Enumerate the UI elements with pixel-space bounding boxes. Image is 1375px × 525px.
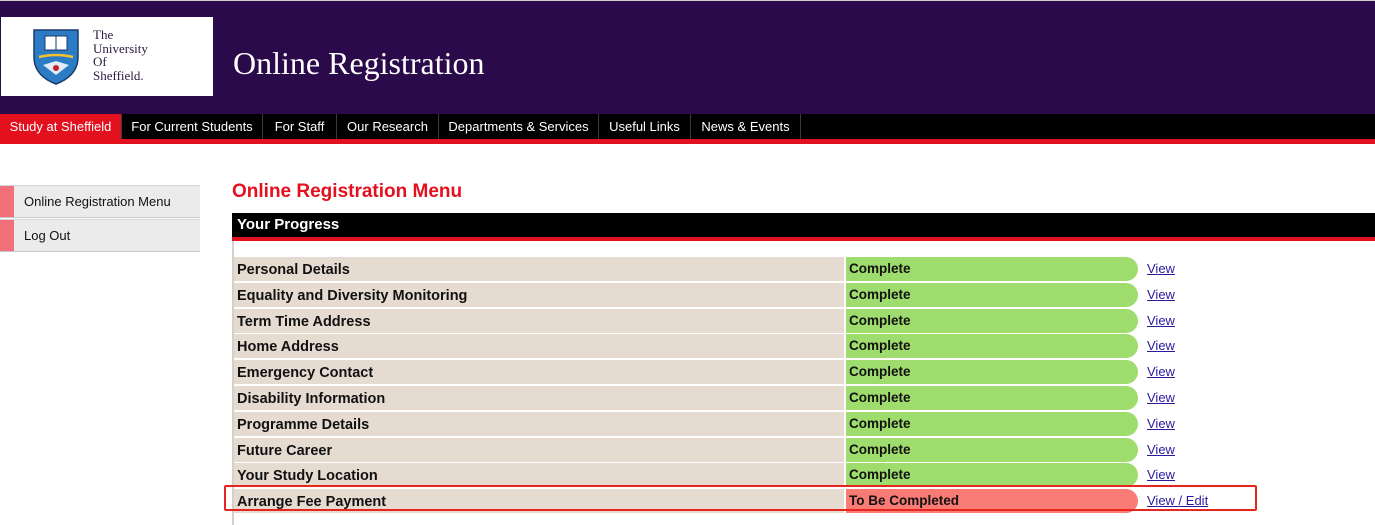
view-link[interactable]: View xyxy=(1147,463,1175,487)
status-badge: Complete xyxy=(846,360,1138,385)
nav-underline xyxy=(0,139,1375,144)
table-row: Equality and Diversity Monitoring Comple… xyxy=(234,282,1375,308)
view-link[interactable]: View xyxy=(1147,360,1175,384)
table-row: Emergency Contact Complete View xyxy=(234,359,1375,385)
main-nav: Study at Sheffield For Current Students … xyxy=(0,114,1375,139)
status-badge: Complete xyxy=(846,463,1138,488)
status-badge: Complete xyxy=(846,385,1138,410)
view-link[interactable]: View xyxy=(1147,257,1175,281)
status-badge: Complete xyxy=(846,257,1138,281)
step-name: Home Address xyxy=(234,334,844,359)
step-name: Arrange Fee Payment xyxy=(234,489,844,514)
step-name: Equality and Diversity Monitoring xyxy=(234,282,844,307)
table-row: Programme Details Complete View xyxy=(234,411,1375,437)
sidebar-marker xyxy=(0,220,14,251)
site-header: The University Of Sheffield. Online Regi… xyxy=(0,1,1375,114)
view-link[interactable]: View xyxy=(1147,386,1175,410)
sidebar-marker xyxy=(0,186,14,217)
table-row: Home Address Complete View xyxy=(234,333,1375,359)
view-link[interactable]: View xyxy=(1147,412,1175,436)
sidebar-item-label: Online Registration Menu xyxy=(24,194,171,209)
nav-item-departments-services[interactable]: Departments & Services xyxy=(439,114,599,139)
sidebar-item-label: Log Out xyxy=(24,228,71,243)
status-badge: Complete xyxy=(846,308,1138,333)
step-name: Future Career xyxy=(234,437,844,462)
step-name: Term Time Address xyxy=(234,308,844,333)
view-edit-link[interactable]: View / Edit xyxy=(1147,489,1208,513)
status-badge: To Be Completed xyxy=(846,489,1138,514)
step-name: Emergency Contact xyxy=(234,360,844,385)
table-row: Disability Information Complete View xyxy=(234,385,1375,411)
sidebar-item-online-registration-menu[interactable]: Online Registration Menu xyxy=(0,185,200,218)
university-crest-icon xyxy=(33,29,79,85)
nav-item-news-events[interactable]: News & Events xyxy=(691,114,801,139)
status-badge: Complete xyxy=(846,334,1138,359)
step-name: Your Study Location xyxy=(234,463,844,488)
sidebar-menu: Online Registration Menu Log Out xyxy=(0,185,200,253)
table-row: Your Study Location Complete View xyxy=(234,462,1375,488)
nav-item-for-current-students[interactable]: For Current Students xyxy=(122,114,263,139)
view-link[interactable]: View xyxy=(1147,438,1175,462)
site-title: Online Registration xyxy=(233,45,485,81)
status-badge: Complete xyxy=(846,282,1138,307)
table-row: Future Career Complete View xyxy=(234,437,1375,463)
nav-item-our-research[interactable]: Our Research xyxy=(337,114,439,139)
university-logo[interactable]: The University Of Sheffield. xyxy=(1,17,213,96)
status-badge: Complete xyxy=(846,437,1138,462)
nav-item-for-staff[interactable]: For Staff xyxy=(263,114,337,139)
progress-header: Your Progress xyxy=(232,213,1375,237)
table-row: Term Time Address Complete View xyxy=(234,308,1375,334)
progress-table: Personal Details Complete View Equality … xyxy=(234,256,1375,514)
nav-item-study-at-sheffield[interactable]: Study at Sheffield xyxy=(0,114,122,139)
view-link[interactable]: View xyxy=(1147,283,1175,307)
table-row: Personal Details Complete View xyxy=(234,256,1375,282)
status-badge: Complete xyxy=(846,411,1138,436)
table-row-arrange-fee-payment: Arrange Fee Payment To Be Completed View… xyxy=(234,488,1375,514)
sidebar-item-log-out[interactable]: Log Out xyxy=(0,219,200,252)
university-name: The University Of Sheffield. xyxy=(93,27,148,83)
page-title: Online Registration Menu xyxy=(232,181,463,202)
step-name: Personal Details xyxy=(234,257,844,281)
progress-header-underline xyxy=(232,237,1375,241)
view-link[interactable]: View xyxy=(1147,309,1175,333)
step-name: Disability Information xyxy=(234,385,844,410)
view-link[interactable]: View xyxy=(1147,334,1175,358)
nav-item-useful-links[interactable]: Useful Links xyxy=(599,114,691,139)
step-name: Programme Details xyxy=(234,411,844,436)
